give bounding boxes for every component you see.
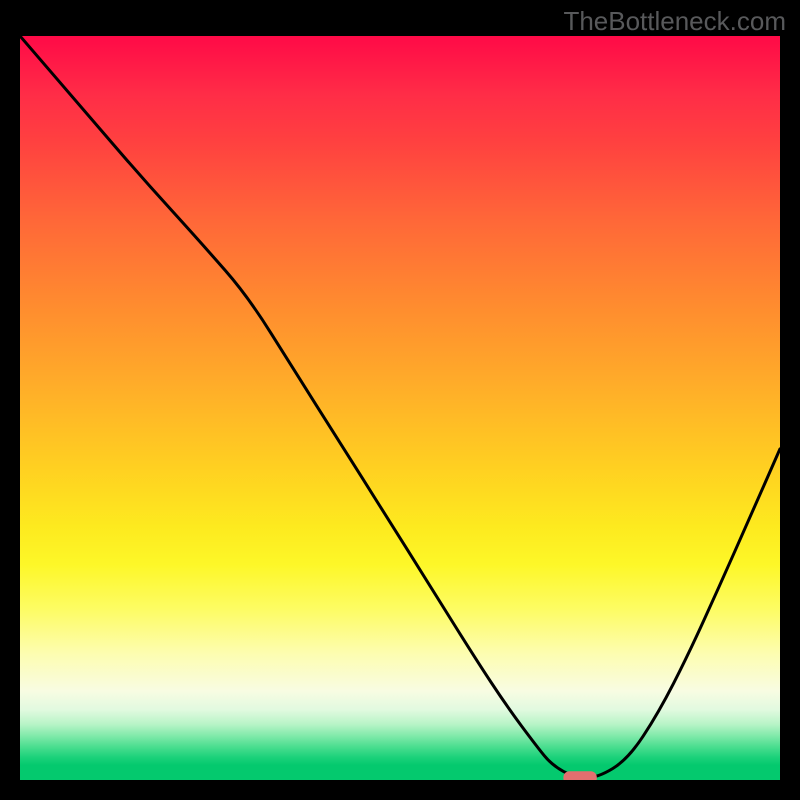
bottleneck-curve <box>20 36 780 778</box>
watermark-text: TheBottleneck.com <box>563 6 786 37</box>
chart-frame: TheBottleneck.com <box>0 0 800 800</box>
optimal-point-marker <box>563 771 596 780</box>
plot-svg <box>20 36 780 780</box>
plot-area <box>20 36 780 780</box>
